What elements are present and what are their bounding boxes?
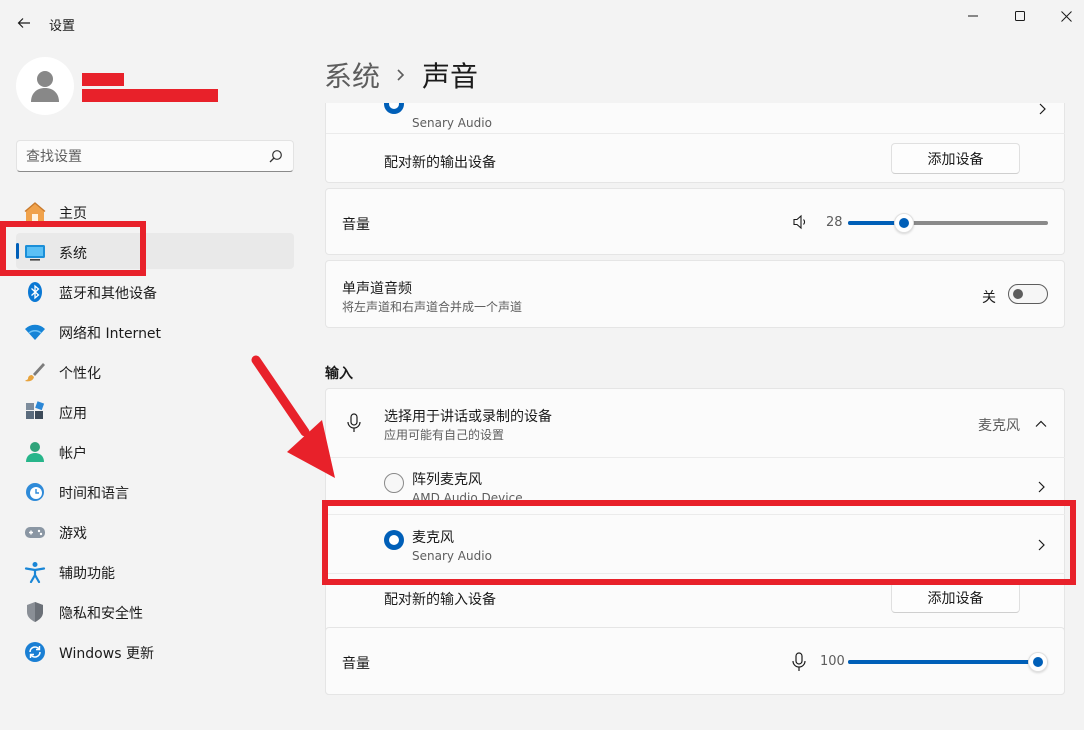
annotation-arrow-icon <box>251 355 335 478</box>
